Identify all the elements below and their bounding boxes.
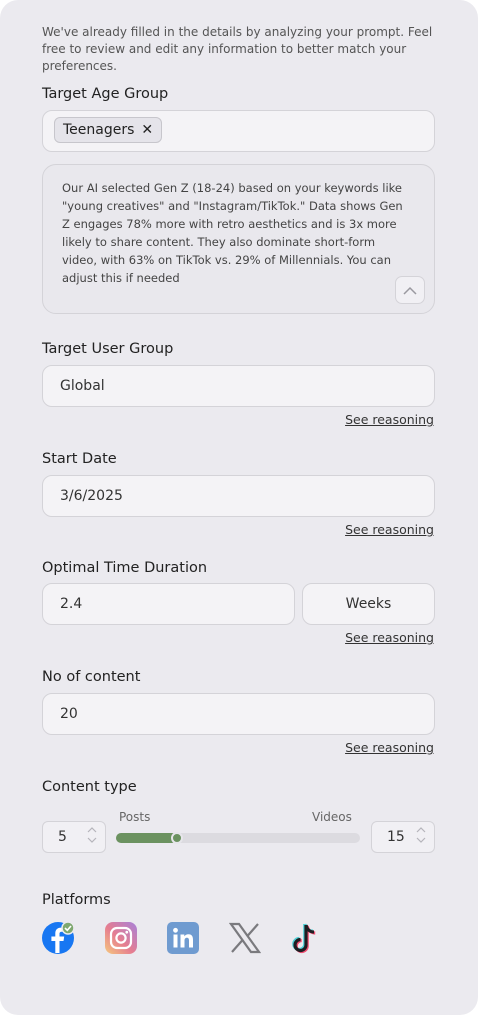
user-group-label: Target User Group <box>42 341 174 357</box>
platform-linkedin[interactable] <box>166 921 200 955</box>
collapse-reasoning-button[interactable] <box>395 276 425 304</box>
remove-chip-icon[interactable]: ✕ <box>141 122 153 138</box>
posts-slider-label: Posts <box>119 810 151 824</box>
duration-see-reasoning-link[interactable]: See reasoning <box>345 630 434 645</box>
videos-stepper-value: 15 <box>387 829 405 845</box>
linkedin-icon <box>167 922 199 954</box>
age-group-label: Target Age Group <box>42 86 169 102</box>
instagram-icon <box>105 922 137 954</box>
content-count-input[interactable]: 20 <box>42 693 435 735</box>
tiktok-icon <box>292 923 316 954</box>
facebook-icon <box>42 921 75 954</box>
duration-unit-select[interactable]: Weeks <box>302 583 435 625</box>
start-date-input[interactable]: 3/6/2025 <box>42 475 435 517</box>
slider-fill <box>116 833 177 843</box>
slider-thumb[interactable] <box>171 832 183 844</box>
videos-slider-label: Videos <box>312 810 352 824</box>
user-group-input[interactable]: Global <box>42 365 435 407</box>
start-date-see-reasoning-link[interactable]: See reasoning <box>345 522 434 537</box>
user-group-see-reasoning-link[interactable]: See reasoning <box>345 412 434 427</box>
videos-stepper[interactable]: 15 <box>371 821 435 853</box>
age-group-reasoning-box: Our AI selected Gen Z (18-24) based on y… <box>42 164 435 314</box>
duration-label: Optimal Time Duration <box>42 560 208 576</box>
content-type-label: Content type <box>42 779 137 795</box>
content-count-see-reasoning-link[interactable]: See reasoning <box>345 740 434 755</box>
chevron-up-icon <box>403 286 417 295</box>
intro-text: We've already filled in the details by a… <box>42 25 433 73</box>
age-group-reasoning-text: Our AI selected Gen Z (18-24) based on y… <box>62 181 403 285</box>
duration-input[interactable]: 2.4 <box>42 583 295 625</box>
age-group-chip: Teenagers ✕ <box>54 117 163 143</box>
platform-instagram[interactable] <box>104 921 138 955</box>
posts-stepper[interactable]: 5 <box>42 821 106 853</box>
platform-x[interactable] <box>228 921 262 955</box>
campaign-details-panel: We've already filled in the details by a… <box>0 0 478 1015</box>
stepper-down-icon[interactable] <box>416 837 426 843</box>
platforms-label: Platforms <box>42 892 111 908</box>
start-date-label: Start Date <box>42 451 117 467</box>
platform-tiktok[interactable] <box>289 921 323 955</box>
posts-stepper-value: 5 <box>58 829 67 845</box>
stepper-down-icon[interactable] <box>87 837 97 843</box>
platform-facebook[interactable] <box>42 921 76 955</box>
content-count-label: No of content <box>42 669 141 685</box>
x-icon <box>229 922 261 954</box>
age-group-chip-label: Teenagers <box>63 122 135 138</box>
stepper-up-icon[interactable] <box>416 827 426 833</box>
stepper-up-icon[interactable] <box>87 827 97 833</box>
content-mix-slider[interactable] <box>116 832 360 844</box>
